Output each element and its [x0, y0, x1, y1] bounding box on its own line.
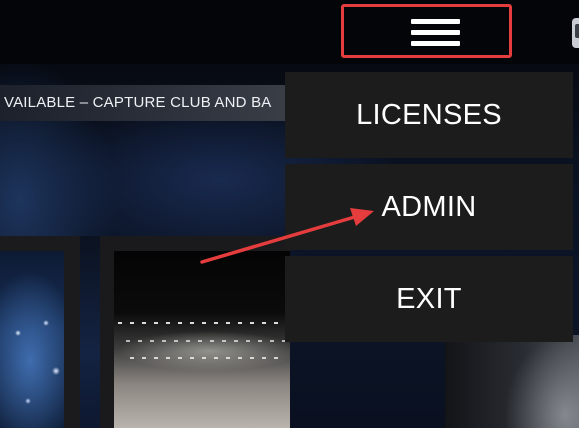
- menu-item-admin[interactable]: ADMIN: [285, 164, 573, 250]
- side-scroll-tab-inner: [575, 24, 579, 38]
- stadium-lights-image-left: [0, 251, 64, 428]
- stadium-lights-row: [118, 322, 288, 324]
- menu-item-label: ADMIN: [381, 190, 477, 223]
- menu-item-licenses[interactable]: LICENSES: [285, 72, 573, 158]
- ticker-text: VAILABLE – CAPTURE CLUB AND BA: [4, 94, 272, 111]
- menu-item-exit[interactable]: EXIT: [285, 256, 573, 342]
- app-screen: VAILABLE – CAPTURE CLUB AND BA LICENSES …: [0, 0, 579, 428]
- menu-toggle-button[interactable]: [341, 4, 512, 58]
- stadium-lights-row: [126, 340, 286, 342]
- card-gap: [80, 236, 100, 428]
- menu-item-label: LICENSES: [356, 98, 502, 131]
- menu-item-label: EXIT: [396, 282, 462, 315]
- background-photo-right: [445, 335, 579, 428]
- stadium-lights-row: [130, 357, 280, 359]
- announcement-ticker: VAILABLE – CAPTURE CLUB AND BA: [0, 85, 300, 121]
